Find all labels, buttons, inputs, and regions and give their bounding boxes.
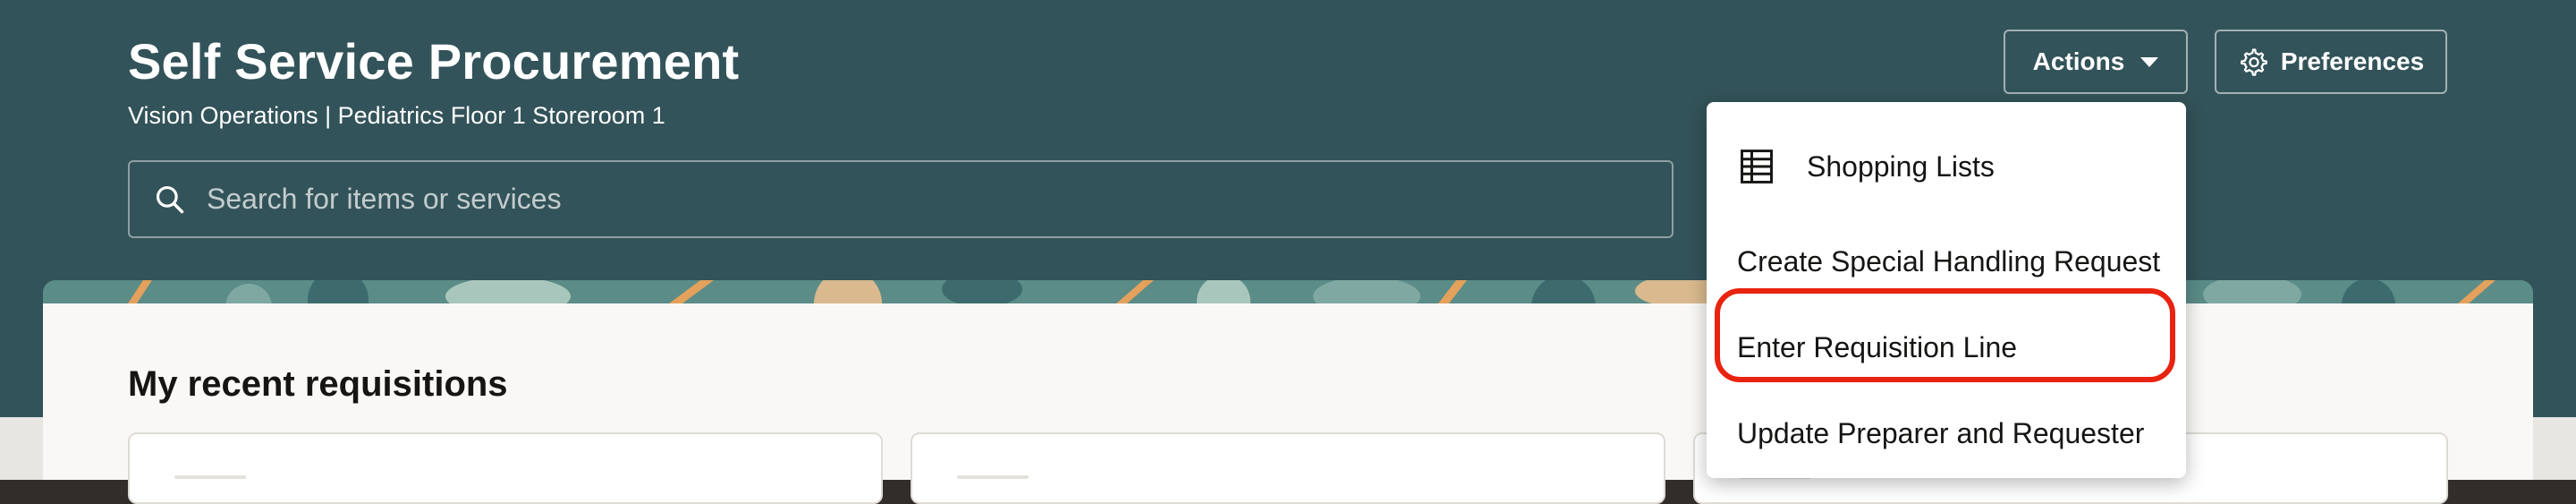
preferences-button[interactable]: Preferences <box>2215 30 2447 94</box>
search-input[interactable]: Search for items or services <box>128 160 1674 238</box>
search-icon <box>156 185 184 213</box>
menu-item-create-special-handling-request[interactable]: Create Special Handling Request <box>1707 218 2186 304</box>
actions-menu: Shopping Lists Create Special Handling R… <box>1707 102 2186 478</box>
gear-icon <box>2240 48 2267 76</box>
menu-item-label: Create Special Handling Request <box>1737 244 2161 278</box>
menu-item-label: Enter Requisition Line <box>1737 330 2018 363</box>
actions-button-label: Actions <box>2032 47 2125 75</box>
card-placeholder <box>174 475 246 479</box>
menu-item-enter-requisition-line[interactable]: Enter Requisition Line <box>1707 304 2186 390</box>
menu-item-update-preparer-and-requester[interactable]: Update Preparer and Requester <box>1707 390 2186 476</box>
search-placeholder: Search for items or services <box>207 183 562 215</box>
card-placeholder <box>957 475 1029 479</box>
page-subtitle: Vision Operations | Pediatrics Floor 1 S… <box>128 102 665 129</box>
menu-item-label: Shopping Lists <box>1807 149 1995 183</box>
preferences-button-label: Preferences <box>2280 47 2425 75</box>
requisition-card[interactable] <box>911 432 1665 504</box>
page-title: Self Service Procurement <box>128 33 740 90</box>
actions-button[interactable]: Actions <box>2004 30 2188 94</box>
requisition-card[interactable] <box>128 432 883 504</box>
table-icon <box>1741 149 1773 184</box>
section-title: My recent requisitions <box>128 364 508 404</box>
menu-item-shopping-lists[interactable]: Shopping Lists <box>1707 118 2186 215</box>
menu-item-label: Update Preparer and Requester <box>1737 416 2145 449</box>
caret-down-icon <box>2140 56 2159 67</box>
